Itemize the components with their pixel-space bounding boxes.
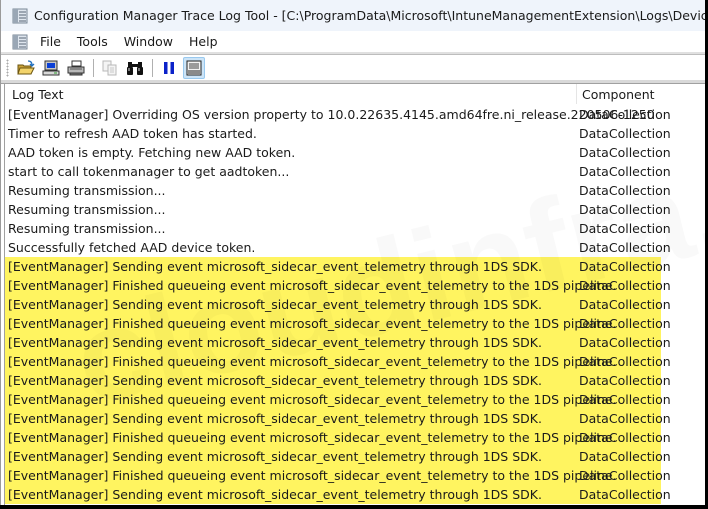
log-row-component: DataCollection [579,107,671,122]
log-row-component: DataCollection [579,430,671,445]
log-row[interactable]: start to call tokenmanager to get aadtok… [5,162,671,181]
log-row[interactable]: [EventManager] Overriding OS version pro… [5,105,671,124]
menu-window[interactable]: Window [116,34,181,49]
log-row-text: [EventManager] Finished queueing event m… [8,468,617,483]
log-row-text: Resuming transmission... [8,221,166,236]
log-row-text: Resuming transmission... [8,183,166,198]
log-row-component: DataCollection [579,240,671,255]
log-row-text: Resuming transmission... [8,202,166,217]
window-title: Configuration Manager Trace Log Tool - [… [34,8,705,23]
menu-tools[interactable]: Tools [69,34,116,49]
log-row-component: DataCollection [579,183,671,198]
column-header-log-text[interactable]: Log Text [12,84,64,105]
print-button[interactable] [65,57,87,79]
log-row-component: DataCollection [579,487,671,502]
list-header: Log Text Component [5,84,705,105]
log-list[interactable]: Log Text Component [EventManager] Overri… [4,84,705,505]
computer-icon [42,60,60,75]
log-row-text: Timer to refresh AAD token has started. [8,126,257,141]
log-row-text: [EventManager] Sending event microsoft_s… [8,259,542,274]
log-row[interactable]: AAD token is empty. Fetching new AAD tok… [5,143,671,162]
log-row-text: [EventManager] Finished queueing event m… [8,316,617,331]
log-row[interactable]: [EventManager] Sending event microsoft_s… [5,485,671,504]
log-row-text: AAD token is empty. Fetching new AAD tok… [8,145,296,160]
pause-icon [164,61,174,74]
log-row-text: Successfully fetched AAD device token. [8,240,256,255]
log-row[interactable]: Successfully fetched AAD device token. Da… [5,238,671,257]
open-folder-icon [17,59,35,74]
log-row[interactable]: Resuming transmission... DataCollection [5,181,671,200]
log-row-component: DataCollection [579,145,671,160]
log-row-text: [EventManager] Sending event microsoft_s… [8,487,542,502]
log-row[interactable]: [EventManager] Finished queueing event m… [5,466,671,485]
copy-button[interactable] [99,57,121,79]
document-icon[interactable] [12,34,28,50]
menu-help[interactable]: Help [181,34,226,49]
find-button[interactable] [124,57,146,79]
log-row-text: [EventManager] Overriding OS version pro… [8,107,655,122]
log-row-component: DataCollection [579,354,671,369]
log-row-component: DataCollection [579,316,671,331]
log-row-text: [EventManager] Finished queueing event m… [8,392,617,407]
log-row[interactable]: Resuming transmission... DataCollection [5,219,671,238]
log-row-text: [EventManager] Sending event microsoft_s… [8,297,542,312]
log-row-component: DataCollection [579,221,671,236]
log-row-component: DataCollection [579,373,671,388]
app-icon [12,8,28,23]
log-row[interactable]: [EventManager] Finished queueing event m… [5,352,671,371]
log-rows: [EventManager] Overriding OS version pro… [5,105,705,504]
pause-button[interactable] [158,57,180,79]
log-row-component: DataCollection [579,202,671,217]
column-header-component[interactable]: Component [582,84,655,105]
log-row-text: [EventManager] Finished queueing event m… [8,430,617,445]
find-binoculars-icon [127,61,143,75]
log-row[interactable]: [EventManager] Sending event microsoft_s… [5,447,671,466]
log-row-component: DataCollection [579,278,671,293]
log-row-text: [EventManager] Sending event microsoft_s… [8,335,542,350]
log-row-component: DataCollection [579,164,671,179]
column-divider[interactable] [576,84,577,104]
error-lookup-icon [186,60,202,75]
menu-file[interactable]: File [32,34,69,49]
log-row[interactable]: Timer to refresh AAD token has started. D… [5,124,671,143]
printer-icon [67,60,85,75]
remote-computer-button[interactable] [40,57,62,79]
log-row-component: DataCollection [579,468,671,483]
log-row-text: [EventManager] Sending event microsoft_s… [8,449,542,464]
log-row[interactable]: [EventManager] Sending event microsoft_s… [5,257,671,276]
log-row-component: DataCollection [579,335,671,350]
toolbar [1,55,705,80]
log-row[interactable]: [EventManager] Sending event microsoft_s… [5,333,671,352]
log-row-text: start to call tokenmanager to get aadtok… [8,164,290,179]
log-row[interactable]: [EventManager] Sending event microsoft_s… [5,295,671,314]
toolbar-grip[interactable] [6,58,9,77]
log-row-text: [EventManager] Finished queueing event m… [8,278,617,293]
cmtrace-window: Configuration Manager Trace Log Tool - [… [0,0,705,505]
copy-icon [102,60,117,75]
error-lookup-button[interactable] [183,56,205,79]
log-row-component: DataCollection [579,259,671,274]
log-row-component: DataCollection [579,392,671,407]
log-row-component: DataCollection [579,126,671,141]
open-button[interactable] [15,57,37,79]
log-row-text: [EventManager] Finished queueing event m… [8,354,617,369]
title-bar[interactable]: Configuration Manager Trace Log Tool - [… [1,0,705,31]
log-row-text: [EventManager] Sending event microsoft_s… [8,411,542,426]
log-row[interactable]: [EventManager] Finished queueing event m… [5,428,671,447]
log-row[interactable]: [EventManager] Finished queueing event m… [5,314,671,333]
log-row[interactable]: [EventManager] Sending event microsoft_s… [5,409,671,428]
log-row-component: DataCollection [579,449,671,464]
log-row-component: DataCollection [579,297,671,312]
log-row[interactable]: [EventManager] Sending event microsoft_s… [5,371,671,390]
log-row[interactable]: [EventManager] Finished queueing event m… [5,276,671,295]
log-row[interactable]: Resuming transmission... DataCollection [5,200,671,219]
toolbar-separator [93,58,94,77]
log-row-text: [EventManager] Sending event microsoft_s… [8,373,542,388]
log-row[interactable]: [EventManager] Finished queueing event m… [5,390,671,409]
menu-bar: File Tools Window Help [1,31,705,52]
log-row-component: DataCollection [579,411,671,426]
toolbar-separator [152,58,153,77]
